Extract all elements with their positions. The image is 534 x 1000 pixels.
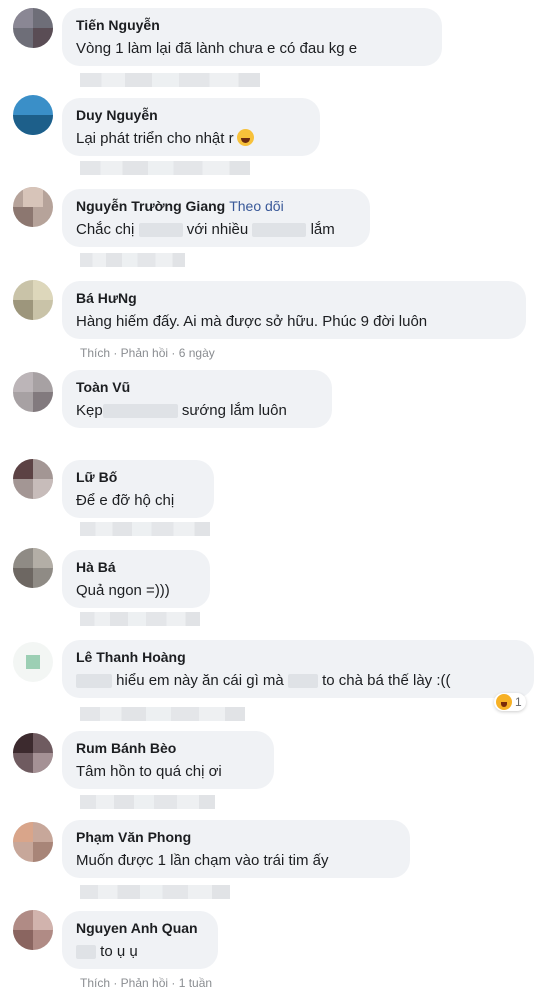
comment-bubble: Bá HưNg Hàng hiếm đấy. Ai mà được sở hữu… xyxy=(62,281,526,339)
blurred-actions xyxy=(80,161,250,175)
comment-author[interactable]: Hà Bá xyxy=(76,558,196,576)
comment-text: Vòng 1 làm lại đã lành chưa e có đau kg … xyxy=(76,40,358,57)
blurred-word xyxy=(76,674,112,689)
avatar[interactable] xyxy=(13,733,53,773)
reaction-count-value: 1 xyxy=(515,695,522,709)
blurred-actions xyxy=(80,885,230,899)
blurred-word xyxy=(252,223,307,238)
text-part: to chà bá thế lày :(( xyxy=(322,672,451,689)
blurred-actions xyxy=(80,795,215,809)
comment-actions[interactable]: Thích · Phản hồi · 1 tuần xyxy=(80,975,212,991)
comment-bubble: Lê Thanh Hoàng hiểu em này ăn cái gì mà … xyxy=(62,640,534,698)
reaction-count[interactable]: 1 xyxy=(494,693,526,711)
comment-text-body: Lại phát triển cho nhật r xyxy=(76,130,234,147)
comment-author: Nguyễn Trường Giang Theo dõi xyxy=(76,197,356,215)
blurred-actions xyxy=(80,707,245,721)
wow-emoji-icon xyxy=(496,694,512,710)
comment-text: Chắc chị với nhiều lắm xyxy=(76,219,356,241)
text-part: Kẹp xyxy=(76,402,103,419)
avatar[interactable] xyxy=(13,910,53,950)
comment-actions[interactable]: Thích · Phản hồi · 6 ngày xyxy=(80,345,215,361)
comment-text: hiểu em này ăn cái gì mà to chà bá thế l… xyxy=(76,670,520,692)
comment-bubble: Nguyễn Trường Giang Theo dõi Chắc chị với… xyxy=(62,189,370,247)
blurred-word xyxy=(138,223,183,238)
avatar[interactable] xyxy=(13,280,53,320)
comment-author[interactable]: Duy Nguyễn xyxy=(76,106,306,124)
comment-author[interactable]: Tiến Nguyễn xyxy=(76,16,428,34)
avatar[interactable] xyxy=(13,8,53,48)
comment-bubble: Phạm Văn Phong Muốn được 1 lần chạm vào … xyxy=(62,820,410,878)
blurred-actions xyxy=(80,73,260,87)
avatar[interactable] xyxy=(13,642,53,682)
comment-author[interactable]: Toàn Vũ xyxy=(76,378,318,396)
text-part: sướng lắm luôn xyxy=(181,402,287,419)
avatar[interactable] xyxy=(13,459,53,499)
text-part: to ụ ụ xyxy=(100,943,138,960)
blurred-actions xyxy=(80,253,185,267)
comment-text: Để e đỡ hộ chị xyxy=(76,492,175,509)
comment-author[interactable]: Lê Thanh Hoàng xyxy=(76,648,520,666)
avatar[interactable] xyxy=(13,187,53,227)
avatar[interactable] xyxy=(13,372,53,412)
text-part: lắm xyxy=(310,221,335,238)
comment-author[interactable]: Lữ Bố xyxy=(76,468,200,486)
text-part: Chắc chị xyxy=(76,221,135,238)
comment-text: Hàng hiếm đấy. Ai mà được sở hữu. Phúc 9… xyxy=(76,313,428,330)
comment-text: Kẹp sướng lắm luôn xyxy=(76,400,318,422)
blurred-word xyxy=(287,674,318,689)
comment-text: Tâm hồn to quá chị ơi xyxy=(76,763,222,780)
blurred-word xyxy=(102,404,178,419)
avatar[interactable] xyxy=(13,822,53,862)
comment-text: Muốn được 1 lần chạm vào trái tim ấy xyxy=(76,852,329,869)
text-part: với nhiều xyxy=(186,221,249,238)
blurred-actions xyxy=(80,522,210,536)
avatar[interactable] xyxy=(13,95,53,135)
comment-text: Lại phát triển cho nhật r xyxy=(76,128,306,150)
comment-bubble: Nguyen Anh Quan to ụ ụ xyxy=(62,911,218,969)
comment-bubble: Duy Nguyễn Lại phát triển cho nhật r xyxy=(62,98,320,156)
comment-bubble: Hà Bá Quả ngon =))) xyxy=(62,550,210,608)
text-part: hiểu em này ăn cái gì mà xyxy=(116,672,284,689)
avatar[interactable] xyxy=(13,548,53,588)
comment-bubble: Toàn Vũ Kẹp sướng lắm luôn xyxy=(62,370,332,428)
comment-text: to ụ ụ xyxy=(76,941,204,963)
author-name[interactable]: Nguyễn Trường Giang xyxy=(76,198,225,214)
laughing-emoji-icon xyxy=(236,129,254,146)
comment-bubble: Lữ Bố Để e đỡ hộ chị xyxy=(62,460,214,518)
comment-text: Quả ngon =))) xyxy=(76,582,170,599)
comment-bubble: Tiến Nguyễn Vòng 1 làm lại đã lành chưa … xyxy=(62,8,442,66)
blurred-word xyxy=(76,945,96,960)
comment-bubble: Rum Bánh Bèo Tâm hồn to quá chị ơi xyxy=(62,731,274,789)
comment-author[interactable]: Phạm Văn Phong xyxy=(76,828,396,846)
comment-author[interactable]: Nguyen Anh Quan xyxy=(76,919,204,937)
comment-author[interactable]: Bá HưNg xyxy=(76,289,512,307)
blurred-actions xyxy=(80,612,200,626)
comment-author[interactable]: Rum Bánh Bèo xyxy=(76,739,260,757)
follow-link[interactable]: Theo dõi xyxy=(229,198,283,214)
